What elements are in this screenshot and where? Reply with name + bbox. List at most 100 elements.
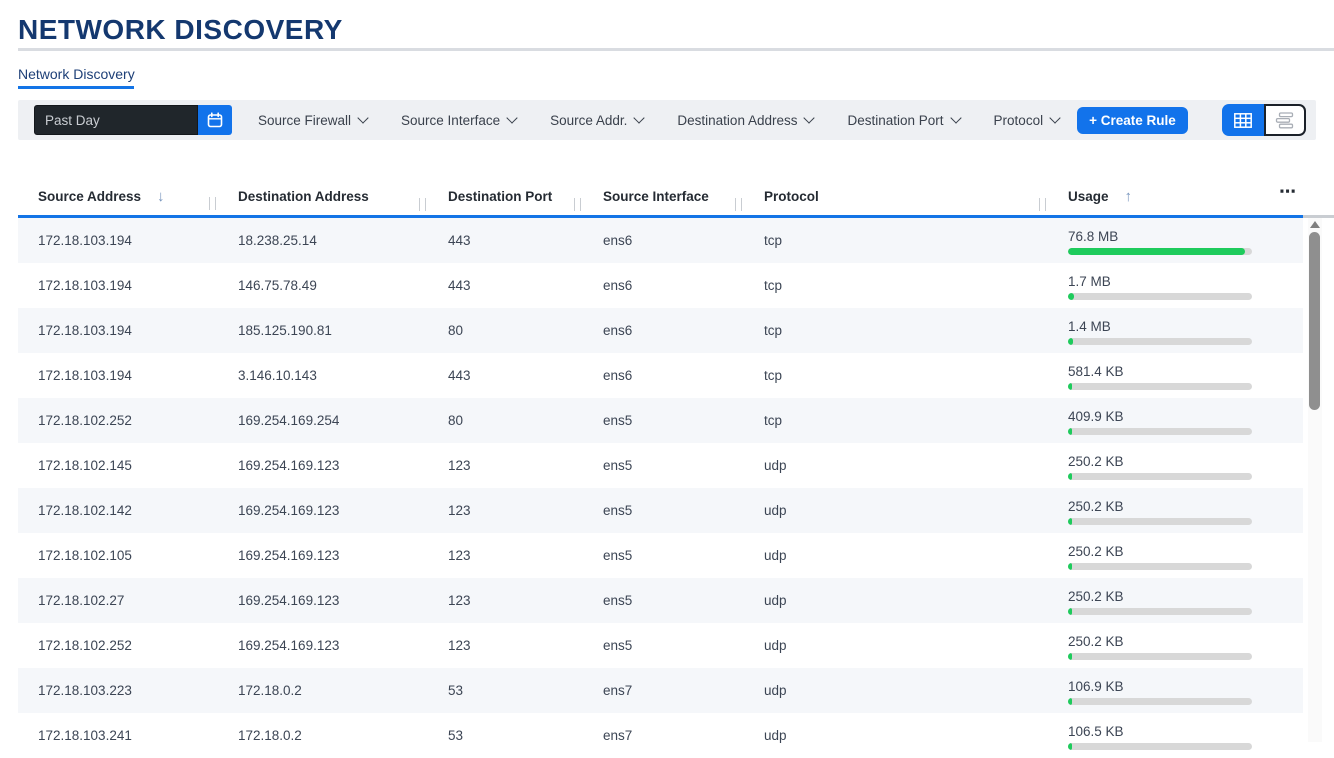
table-body: 172.18.103.194 18.238.25.14 443 ens6 tcp… [18,218,1303,758]
cell-protocol: udp [744,668,1048,713]
cell-usage: 250.2 KB [1048,578,1303,623]
chevron-down-icon [950,112,961,123]
cell-usage: 581.4 KB [1048,353,1303,398]
usage-bar-fill [1068,338,1073,345]
chevron-down-icon [634,112,645,123]
cell-usage: 1.7 MB [1048,263,1303,308]
filter-dropdown-destination-address[interactable]: Destination Address [677,113,813,128]
sort-asc-icon[interactable]: ↑ [1125,188,1133,205]
cell-destination-port: 123 [428,578,583,623]
column-resize-handle[interactable] [574,198,581,211]
sort-desc-icon[interactable]: ↓ [157,188,165,205]
usage-value: 76.8 MB [1068,229,1118,244]
cell-source-interface: ens6 [583,263,744,308]
column-options-icon[interactable]: ⋯ [1279,182,1297,202]
vertical-scrollbar[interactable] [1308,218,1322,742]
cell-source-address: 172.18.103.223 [18,668,218,713]
filter-dropdown-source-interface[interactable]: Source Interface [401,113,516,128]
column-header-source-address[interactable]: Source Address ↓ [18,188,218,205]
filter-dropdown-source-firewall[interactable]: Source Firewall [258,113,367,128]
cell-source-interface: ens5 [583,533,744,578]
usage-bar-fill [1068,293,1074,300]
usage-value: 106.5 KB [1068,724,1124,739]
cell-source-address: 172.18.102.252 [18,398,218,443]
table-row[interactable]: 172.18.103.241 172.18.0.2 53 ens7 udp 10… [18,713,1303,758]
table-row[interactable]: 172.18.103.194 146.75.78.49 443 ens6 tcp… [18,263,1303,308]
cell-destination-address: 185.125.190.81 [218,308,428,353]
cell-usage: 250.2 KB [1048,443,1303,488]
page-title: NETWORK DISCOVERY [18,14,343,46]
table-row[interactable]: 172.18.102.145 169.254.169.123 123 ens5 … [18,443,1303,488]
table-row[interactable]: 172.18.102.142 169.254.169.123 123 ens5 … [18,488,1303,533]
usage-bar-fill [1068,518,1072,525]
column-header-usage[interactable]: Usage ↑ [1048,188,1303,205]
usage-bar-track [1068,383,1252,390]
usage-bar-fill [1068,473,1072,480]
cell-source-address: 172.18.103.241 [18,713,218,758]
tab-network-discovery[interactable]: Network Discovery [18,66,135,82]
scrollbar-thumb[interactable] [1309,232,1320,410]
column-header-destination-address[interactable]: Destination Address [218,189,428,204]
scroll-up-arrow-icon[interactable] [1310,221,1320,228]
cell-usage: 76.8 MB [1048,218,1303,263]
cell-protocol: udp [744,578,1048,623]
cell-source-address: 172.18.102.142 [18,488,218,533]
table-row[interactable]: 172.18.102.252 169.254.169.254 80 ens5 t… [18,398,1303,443]
column-resize-handle[interactable] [735,198,742,211]
usage-bar-fill [1068,743,1072,750]
toolbar: Past Day Source Firewall Source Interfac… [18,100,1316,140]
cell-destination-address: 169.254.169.123 [218,533,428,578]
usage-bar-track [1068,518,1252,525]
column-header-protocol[interactable]: Protocol [744,189,1048,204]
cell-destination-port: 123 [428,533,583,578]
cell-source-interface: ens5 [583,398,744,443]
cell-source-address: 172.18.102.145 [18,443,218,488]
column-header-source-interface[interactable]: Source Interface [583,189,744,204]
cell-source-address: 172.18.102.105 [18,533,218,578]
table-grid-icon [1234,113,1252,128]
cell-usage: 1.4 MB [1048,308,1303,353]
usage-bar-track [1068,698,1252,705]
cell-usage: 250.2 KB [1048,488,1303,533]
cell-destination-address: 146.75.78.49 [218,263,428,308]
cell-destination-address: 169.254.169.123 [218,623,428,668]
create-rule-button[interactable]: + Create Rule [1077,107,1188,134]
column-resize-handle[interactable] [1039,198,1046,211]
usage-bar-track [1068,338,1252,345]
cell-destination-address: 172.18.0.2 [218,713,428,758]
cell-destination-port: 123 [428,443,583,488]
table-view-button[interactable] [1222,104,1264,136]
table-row[interactable]: 172.18.103.223 172.18.0.2 53 ens7 udp 10… [18,668,1303,713]
filter-dropdown-destination-port[interactable]: Destination Port [847,113,959,128]
table-row[interactable]: 172.18.103.194 3.146.10.143 443 ens6 tcp… [18,353,1303,398]
table-row[interactable]: 172.18.102.27 169.254.169.123 123 ens5 u… [18,578,1303,623]
cell-destination-address: 3.146.10.143 [218,353,428,398]
filter-dropdown-source-addr[interactable]: Source Addr. [550,113,643,128]
usage-value: 1.7 MB [1068,274,1111,289]
table-row[interactable]: 172.18.103.194 185.125.190.81 80 ens6 tc… [18,308,1303,353]
filter-bar: Source Firewall Source Interface Source … [258,113,1059,128]
cell-destination-address: 169.254.169.123 [218,443,428,488]
cell-destination-address: 169.254.169.123 [218,488,428,533]
cell-source-address: 172.18.102.27 [18,578,218,623]
cell-source-interface: ens7 [583,668,744,713]
column-header-destination-port[interactable]: Destination Port [428,189,583,204]
usage-value: 250.2 KB [1068,499,1124,514]
cell-destination-address: 172.18.0.2 [218,668,428,713]
usage-bar-fill [1068,698,1072,705]
date-range-input[interactable]: Past Day [34,105,198,135]
table-row[interactable]: 172.18.102.105 169.254.169.123 123 ens5 … [18,533,1303,578]
filter-dropdown-protocol[interactable]: Protocol [994,113,1060,128]
column-resize-handle[interactable] [419,198,426,211]
usage-bar-track [1068,473,1252,480]
cell-destination-port: 443 [428,218,583,263]
calendar-button[interactable] [198,105,232,135]
usage-bar-fill [1068,248,1245,255]
table-row[interactable]: 172.18.102.252 169.254.169.123 123 ens5 … [18,623,1303,668]
flow-view-button[interactable] [1264,104,1306,136]
table-row[interactable]: 172.18.103.194 18.238.25.14 443 ens6 tcp… [18,218,1303,263]
cell-usage: 106.9 KB [1048,668,1303,713]
column-resize-handle[interactable] [209,197,216,210]
usage-value: 581.4 KB [1068,364,1124,379]
chevron-down-icon [506,112,517,123]
